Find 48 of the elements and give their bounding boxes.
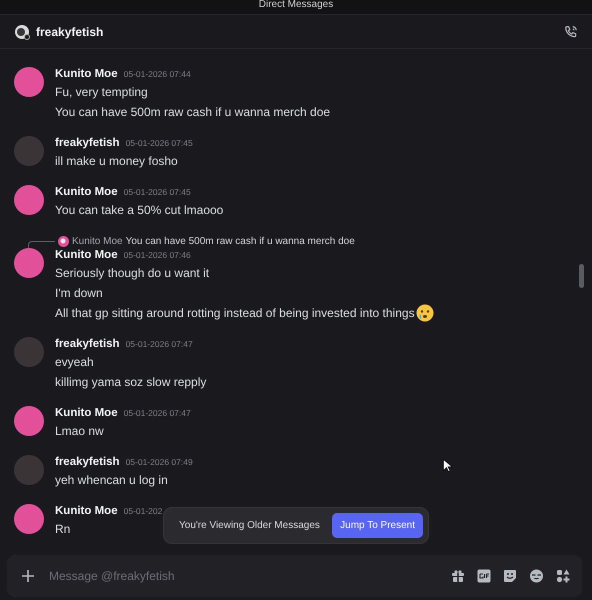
author-name[interactable]: Kunito Moe xyxy=(55,67,118,82)
author-name[interactable]: freakyfetish xyxy=(55,337,120,352)
message-text: You can take a 50% cut lmaooo xyxy=(55,203,224,217)
apps-icon[interactable] xyxy=(556,569,570,583)
reply-preview[interactable]: You can have 500m raw cash if u wanna merch doe xyxy=(126,236,355,246)
timestamp: 05-01-2026 07:45 xyxy=(126,137,193,150)
mouse-cursor-icon xyxy=(443,459,452,472)
message-text: Lmao nw xyxy=(55,424,104,438)
message-text: Seriously though do u want it xyxy=(55,266,210,280)
window-title: Direct Messages xyxy=(258,0,334,10)
message-input[interactable]: Message @freakyfetish xyxy=(47,568,439,584)
author-name[interactable]: freakyfetish xyxy=(55,136,120,151)
message-text: ill make u money fosho xyxy=(55,154,178,168)
jump-to-present-button[interactable]: Jump To Present xyxy=(332,513,423,538)
sticker-icon[interactable] xyxy=(503,569,517,583)
timestamp: 05-01-2026 07:47 xyxy=(124,407,191,420)
older-messages-text: You're Viewing Older Messages xyxy=(179,520,320,531)
author-name[interactable]: Kunito Moe xyxy=(55,248,118,263)
phone-call-icon[interactable] xyxy=(564,24,578,38)
timestamp: 05-01-202 xyxy=(124,505,162,518)
message-text: killimg yama soz slow repply xyxy=(55,375,206,389)
channel-name: freakyfetish xyxy=(36,24,104,38)
scrollbar-thumb[interactable] xyxy=(579,264,584,288)
emoji-icon[interactable] xyxy=(529,569,544,583)
message-text: All that gp sitting around rotting instead of being invested into things xyxy=(55,306,415,320)
reply-author: Kunito Moe xyxy=(72,236,123,246)
author-name[interactable]: Kunito Moe xyxy=(55,185,118,200)
timestamp: 05-01-2026 07:49 xyxy=(126,456,193,469)
gift-icon[interactable] xyxy=(451,569,465,583)
timestamp: 05-01-2026 07:47 xyxy=(126,338,193,351)
crying-face-icon xyxy=(416,304,434,322)
message-text: Fu, very tempting xyxy=(55,85,148,99)
avatar xyxy=(14,24,30,40)
timestamp: 05-01-2026 07:44 xyxy=(124,68,191,81)
avatar xyxy=(58,236,69,246)
author-name[interactable]: freakyfetish xyxy=(55,455,120,470)
add-attachment-button[interactable] xyxy=(21,569,35,583)
message-text: I'm down xyxy=(55,286,103,300)
gif-icon[interactable] xyxy=(477,569,491,583)
message-text: yeh whencan u log in xyxy=(55,473,168,487)
message-text: evyeah xyxy=(55,355,94,369)
author-name[interactable]: Kunito Moe xyxy=(55,406,118,421)
message-text: You can have 500m raw cash if u wanna merch doe xyxy=(55,105,330,119)
timestamp: 05-01-2026 07:46 xyxy=(124,249,191,262)
timestamp: 05-01-2026 07:45 xyxy=(124,186,191,199)
message-field[interactable]: Message @freakyfetish xyxy=(7,555,582,597)
author-name[interactable]: Kunito Moe xyxy=(55,504,118,519)
message-text: Rn xyxy=(55,522,70,536)
